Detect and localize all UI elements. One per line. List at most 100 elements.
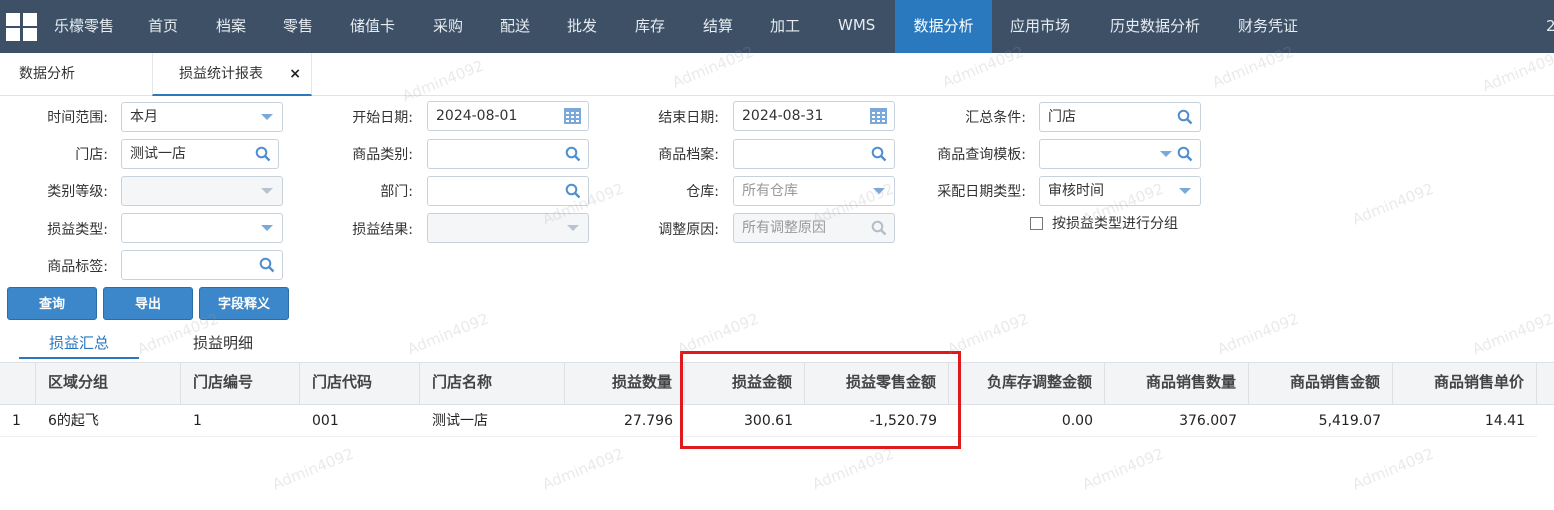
watermark: Admin4092: [1349, 179, 1437, 229]
watermark: Admin4092: [1079, 444, 1167, 494]
end-date-value: 2024-08-31: [742, 108, 824, 124]
nav-item-processing[interactable]: 加工: [770, 0, 800, 53]
chevron-down-icon: [1160, 151, 1172, 157]
nav-item-settlement[interactable]: 结算: [703, 0, 733, 53]
query-template-select[interactable]: [1039, 139, 1201, 169]
time-range-select[interactable]: 本月: [121, 102, 283, 132]
nav-item-purchase[interactable]: 采购: [433, 0, 463, 53]
nav-item-wholesale[interactable]: 批发: [567, 0, 597, 53]
category-level-label: 类别等级:: [47, 184, 108, 200]
table-cell: 测试一店: [420, 405, 565, 437]
warehouse-value: 所有仓库: [742, 183, 798, 199]
query-template-label: 商品查询模板:: [937, 147, 1026, 163]
watermark: Admin4092: [1214, 309, 1302, 359]
start-date-input[interactable]: 2024-08-01: [427, 101, 589, 131]
chevron-down-icon: [261, 225, 273, 231]
search-icon[interactable]: [255, 146, 271, 162]
nav-item-archive[interactable]: 档案: [216, 0, 246, 53]
search-icon[interactable]: [565, 146, 581, 162]
nav-item-retail[interactable]: 零售: [283, 0, 313, 53]
calendar-icon[interactable]: [564, 108, 581, 124]
table-cell: 5,419.07: [1249, 405, 1393, 437]
column-header[interactable]: 商品销售数量: [1105, 362, 1249, 405]
watermark: Admin4092: [809, 444, 897, 494]
table-cell: 1: [181, 405, 300, 437]
nav-item-home[interactable]: 首页: [148, 0, 178, 53]
page-tab-bar: 数据分析 损益统计报表 ×: [0, 53, 1554, 96]
table-cell: 0.00: [949, 405, 1105, 437]
chevron-down-icon: [567, 225, 579, 231]
watermark: Admin4092: [944, 309, 1032, 359]
app-grid-icon[interactable]: [6, 13, 37, 41]
nav-item-distribution[interactable]: 配送: [500, 0, 530, 53]
search-icon[interactable]: [1177, 109, 1193, 125]
watermark: Admin4092: [404, 309, 492, 359]
table-cell: 6的起飞: [36, 405, 181, 437]
row-number-header: [0, 362, 36, 405]
purchase-date-type-label: 采配日期类型:: [937, 184, 1026, 200]
time-range-label: 时间范围:: [47, 110, 108, 126]
nav-item-inventory[interactable]: 库存: [635, 0, 665, 53]
close-icon[interactable]: ×: [289, 53, 301, 96]
column-header[interactable]: 门店代码: [300, 362, 420, 405]
column-header[interactable]: 门店名称: [420, 362, 565, 405]
table-cell: 27.796: [565, 405, 685, 437]
end-date-input[interactable]: 2024-08-31: [733, 101, 895, 131]
search-icon[interactable]: [871, 220, 887, 236]
column-header[interactable]: 商品销售单价: [1393, 362, 1537, 405]
group-by-pl-type-checkbox[interactable]: [1030, 217, 1043, 230]
item-tag-input[interactable]: [121, 250, 283, 280]
nav-item-wms[interactable]: WMS: [838, 0, 875, 53]
chevron-down-icon: [261, 114, 273, 120]
item-archive-label: 商品档案:: [658, 147, 719, 163]
summary-condition-value: 门店: [1048, 109, 1076, 125]
search-icon[interactable]: [259, 257, 275, 273]
category-level-select[interactable]: [121, 176, 283, 206]
item-tag-label: 商品标签:: [47, 259, 108, 275]
tab-pl-summary[interactable]: 损益汇总: [19, 327, 139, 359]
nav-item-history-analysis[interactable]: 历史数据分析: [1110, 0, 1200, 53]
column-header[interactable]: 区域分组: [36, 362, 181, 405]
pl-result-label: 损益结果:: [352, 222, 413, 238]
watermark: Admin4092: [269, 444, 357, 494]
search-icon[interactable]: [871, 146, 887, 162]
chevron-down-icon: [1179, 188, 1191, 194]
category-input[interactable]: [427, 139, 589, 169]
purchase-date-type-value: 审核时间: [1048, 183, 1104, 199]
adjust-reason-label: 调整原因:: [658, 222, 719, 238]
query-button[interactable]: 查询: [7, 287, 97, 320]
watermark: Admin4092: [539, 444, 627, 494]
store-input[interactable]: 测试一店: [121, 139, 279, 169]
brand-name: 乐檬零售: [54, 17, 115, 35]
nav-item-stored-value-card[interactable]: 储值卡: [350, 0, 395, 53]
table-cell: 376.007: [1105, 405, 1249, 437]
search-icon[interactable]: [1177, 146, 1193, 162]
table-cell: 14.41: [1393, 405, 1537, 437]
store-value: 测试一店: [130, 146, 186, 162]
watermark: Admin4092: [1349, 444, 1437, 494]
column-header[interactable]: 损益数量: [565, 362, 685, 405]
export-button[interactable]: 导出: [103, 287, 193, 320]
calendar-icon[interactable]: [870, 108, 887, 124]
pl-type-label: 损益类型:: [47, 222, 108, 238]
store-label: 门店:: [75, 147, 108, 163]
watermark: Admin4092: [1469, 309, 1554, 359]
nav-item-data-analysis[interactable]: 数据分析: [895, 0, 992, 53]
item-archive-input[interactable]: [733, 139, 895, 169]
column-header[interactable]: 负库存调整金额: [949, 362, 1105, 405]
pl-type-select[interactable]: [121, 213, 283, 243]
category-label: 商品类别:: [352, 147, 413, 163]
column-header[interactable]: 门店编号: [181, 362, 300, 405]
chevron-down-icon: [261, 188, 273, 194]
summary-condition-input[interactable]: 门店: [1039, 102, 1201, 132]
tab-profit-loss-report[interactable]: 损益统计报表 ×: [152, 53, 312, 96]
time-range-value: 本月: [130, 109, 158, 125]
row-number: 1: [0, 405, 36, 437]
start-date-label: 开始日期:: [352, 110, 413, 126]
highlight-annotation-box: [680, 351, 961, 449]
department-label: 部门:: [380, 184, 413, 200]
tab-data-analysis[interactable]: 数据分析: [19, 53, 75, 96]
tab-profit-loss-report-label: 损益统计报表: [179, 66, 263, 82]
scrollbar-header-gap: [1537, 362, 1554, 405]
column-header[interactable]: 商品销售金额: [1249, 362, 1393, 405]
